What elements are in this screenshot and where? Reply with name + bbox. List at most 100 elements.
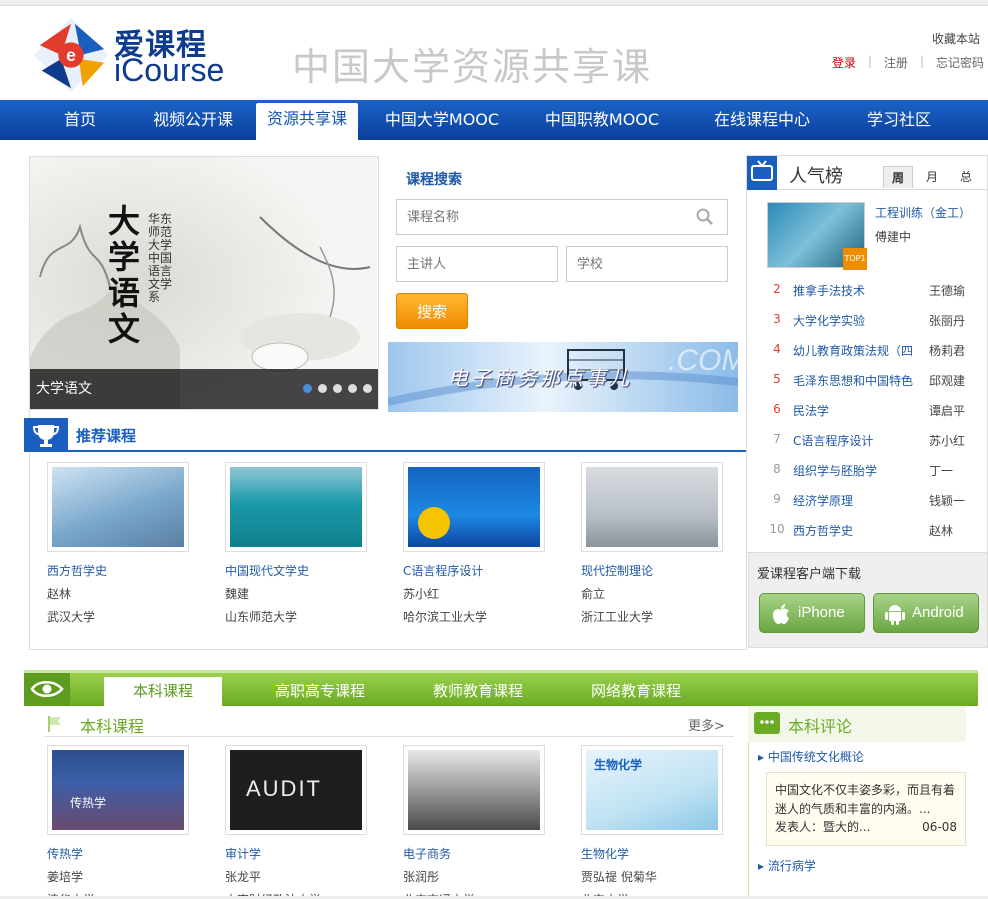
nav-resource-sharing-courses[interactable]: 资源共享课 [256, 103, 358, 140]
ecommerce-ad-banner[interactable]: .COM 电子商务那点事儿 [388, 342, 738, 412]
course-name[interactable]: 现代控制理论 [581, 562, 723, 579]
login-link[interactable]: 登录 [832, 54, 856, 71]
rank-number: 7 [773, 432, 781, 446]
rank-course[interactable]: 组织学与胚胎学 [793, 462, 917, 479]
tab-week[interactable]: 周 [883, 166, 913, 188]
course-thumbnail[interactable]: AUDIT [225, 745, 367, 835]
cover-text: AUDIT [230, 750, 362, 830]
rank-course[interactable]: 大学化学实验 [793, 312, 917, 329]
course-thumbnail[interactable]: 生物化学 [581, 745, 723, 835]
ranking-row[interactable]: 4 幼儿教育政策法规（四 杨莉君 [747, 342, 987, 362]
top1-teacher: 傅建中 [875, 230, 912, 244]
tab-online-education[interactable]: 网络教育课程 [576, 677, 696, 706]
rank-course[interactable]: C语言程序设计 [793, 432, 917, 449]
ranking-row[interactable]: 9 经济学原理 钱颖一 [747, 492, 987, 512]
nav-china-university-mooc[interactable]: 中国大学MOOC [372, 100, 512, 140]
rank-number: 10 [769, 522, 785, 536]
course-thumbnail[interactable] [403, 745, 545, 835]
nav-learning-community[interactable]: 学习社区 [852, 100, 946, 140]
comment-author: 发表人：暨大的... [775, 820, 871, 834]
course-card[interactable]: 中国现代文学史 魏建 山东师范大学 [225, 462, 367, 625]
tab-total[interactable]: 总 [951, 166, 981, 188]
ranking-row[interactable]: 2 推拿手法技术 王德瑜 [747, 282, 987, 302]
course-name[interactable]: 生物化学 [581, 845, 723, 862]
course-card[interactable]: 生物化学 生物化学 贾弘禔 倪菊华 北京大学 [581, 745, 723, 899]
search-icon[interactable] [696, 208, 714, 226]
rank-course[interactable]: 幼儿教育政策法规（四 [793, 342, 917, 359]
divider: | [867, 54, 872, 68]
course-thumbnail[interactable] [225, 462, 367, 552]
more-link[interactable]: 更多> [688, 715, 725, 734]
carousel-dots [303, 384, 372, 393]
course-name[interactable]: 中国现代文学史 [225, 562, 367, 579]
ranking-row[interactable]: 7 C语言程序设计 苏小红 [747, 432, 987, 452]
course-name-input[interactable] [396, 199, 728, 235]
course-teacher: 赵林 [47, 587, 72, 601]
nav-home[interactable]: 首页 [40, 100, 120, 140]
nav-online-course-center[interactable]: 在线课程中心 [700, 100, 824, 140]
course-thumbnail[interactable] [47, 462, 189, 552]
tab-teacher-education[interactable]: 教师教育课程 [418, 677, 538, 706]
course-thumbnail[interactable] [403, 462, 545, 552]
register-link[interactable]: 注册 [884, 54, 908, 71]
ranking-row[interactable]: 8 组织学与胚胎学 丁一 [747, 462, 987, 482]
divider [44, 736, 734, 737]
tab-undergraduate[interactable]: 本科课程 [104, 677, 222, 706]
comments-title: 本科评论 [788, 717, 853, 736]
carousel-dot[interactable] [318, 384, 327, 393]
comment-bubble[interactable]: 中国文化不仅丰姿多彩，而且有着迷人的气质和丰富的内涵。... 发表人：暨大的..… [766, 772, 966, 846]
ad-word: .COM [668, 344, 738, 377]
tab-vocational[interactable]: 高职高专课程 [260, 677, 380, 706]
comment-course[interactable]: 流行病学 [768, 859, 816, 873]
comment-course[interactable]: 中国传统文化概论 [768, 750, 864, 764]
course-name[interactable]: 西方哲学史 [47, 562, 189, 579]
ranking-row[interactable]: 3 大学化学实验 张丽丹 [747, 312, 987, 332]
course-card[interactable]: AUDIT 审计学 张龙平 中南财经政法大学 [225, 745, 367, 899]
course-name[interactable]: 电子商务 [403, 845, 545, 862]
top1-course-name[interactable]: 工程训练（金工） [875, 204, 971, 221]
course-name[interactable]: 传热学 [47, 845, 189, 862]
carousel-dot[interactable] [303, 384, 312, 393]
carousel-dot[interactable] [363, 384, 372, 393]
rank-number: 6 [773, 402, 781, 416]
comment-course-link[interactable]: ▸ 流行病学 [758, 857, 816, 874]
search-button[interactable]: 搜索 [396, 293, 468, 329]
banner-carousel[interactable]: 大学语文 华东师范大学 中国语言文学系 大学语文 [29, 156, 379, 410]
course-thumbnail[interactable] [581, 462, 723, 552]
course-card[interactable]: 西方哲学史 赵林 武汉大学 [47, 462, 189, 625]
forgot-password-link[interactable]: 忘记密码 [936, 54, 984, 71]
favorite-link[interactable]: 收藏本站 [932, 30, 980, 47]
carousel-dot[interactable] [333, 384, 342, 393]
rank-teacher: 苏小红 [929, 434, 966, 448]
rank-course[interactable]: 民法学 [793, 402, 917, 419]
comment-course-link[interactable]: ▸ 中国传统文化概论 [758, 748, 864, 765]
ranking-row[interactable]: 5 毛泽东思想和中国特色 邱观建 [747, 372, 987, 392]
tab-month[interactable]: 月 [917, 166, 947, 188]
course-card[interactable]: 传热学 传热学 姜培学 清华大学 [47, 745, 189, 899]
course-thumbnail[interactable]: 传热学 [47, 745, 189, 835]
rank-teacher: 王德瑜 [929, 284, 966, 298]
rank-course[interactable]: 毛泽东思想和中国特色 [793, 372, 917, 389]
course-school: 哈尔滨工业大学 [403, 610, 488, 624]
carousel-dot[interactable] [348, 384, 357, 393]
teacher-input[interactable] [396, 246, 558, 282]
nav-video-open-courses[interactable]: 视频公开课 [140, 100, 246, 140]
ranking-row[interactable]: 10 西方哲学史 赵林 [747, 522, 987, 542]
android-icon [885, 605, 905, 625]
ranking-header: 人气榜 周 月 总 [747, 156, 987, 190]
iphone-download-button[interactable]: iPhone [759, 593, 865, 633]
rank-course[interactable]: 推拿手法技术 [793, 282, 917, 299]
rank-course[interactable]: 西方哲学史 [793, 522, 917, 539]
course-card[interactable]: 现代控制理论 俞立 浙江工业大学 [581, 462, 723, 625]
nav-vocational-mooc[interactable]: 中国职教MOOC [532, 100, 672, 140]
ranking-title: 人气榜 [789, 166, 843, 187]
school-input[interactable] [566, 246, 728, 282]
icourse-logo[interactable]: e [32, 16, 110, 94]
course-name[interactable]: 审计学 [225, 845, 367, 862]
rank-course[interactable]: 经济学原理 [793, 492, 917, 509]
ranking-row[interactable]: 6 民法学 谭启平 [747, 402, 987, 422]
course-card[interactable]: 电子商务 张润彤 北京交通大学 [403, 745, 545, 899]
android-download-button[interactable]: Android [873, 593, 979, 633]
course-name[interactable]: C语言程序设计 [403, 562, 545, 579]
course-card[interactable]: C语言程序设计 苏小红 哈尔滨工业大学 [403, 462, 545, 625]
